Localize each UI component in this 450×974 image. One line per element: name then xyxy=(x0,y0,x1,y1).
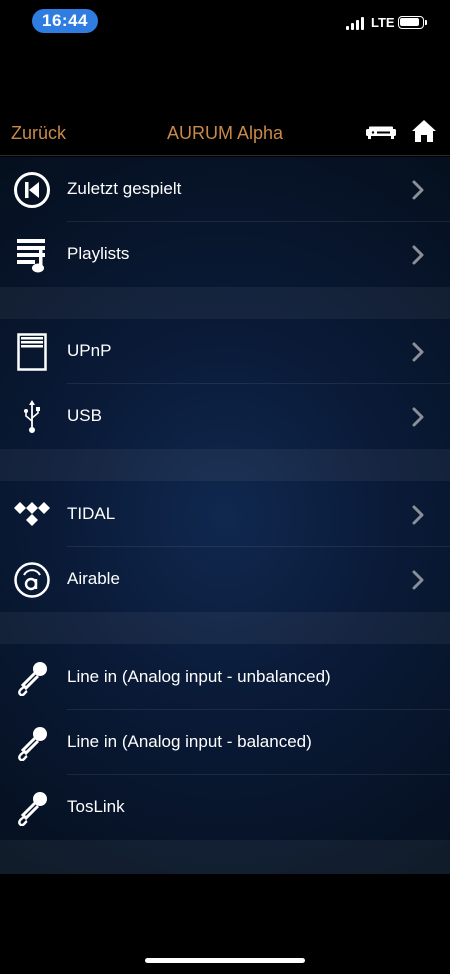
rewind-icon xyxy=(12,170,52,210)
server-icon xyxy=(12,332,52,372)
chevron-right-icon xyxy=(411,180,425,200)
app-screen: 16:44 LTE Zurück AURUM Alpha Zuletzt ges… xyxy=(0,0,450,974)
status-bar: 16:44 LTE xyxy=(0,0,450,44)
chevron-right-icon xyxy=(411,505,425,525)
row-label: Zuletzt gespielt xyxy=(67,179,182,198)
row-line-in-balanced[interactable]: Line in (Analog input - balanced) xyxy=(0,710,450,775)
microphone-icon xyxy=(12,788,52,828)
row-label: TosLink xyxy=(67,797,125,816)
airable-icon xyxy=(12,560,52,600)
usb-icon xyxy=(12,397,52,437)
chevron-right-icon xyxy=(411,570,425,590)
device-icon[interactable] xyxy=(365,126,397,145)
signal-icon xyxy=(346,16,366,30)
row-zuletzt-gespielt[interactable]: Zuletzt gespielt xyxy=(0,157,450,222)
section-separator xyxy=(0,612,450,644)
tidal-icon xyxy=(12,495,52,535)
home-icon[interactable] xyxy=(411,119,437,148)
row-label: Line in (Analog input - balanced) xyxy=(67,732,312,751)
status-time: 16:44 xyxy=(32,9,98,33)
row-tidal[interactable]: TIDAL xyxy=(0,482,450,547)
source-list: Zuletzt gespielt Playlists UPnP USB TIDA… xyxy=(0,157,450,874)
battery-icon xyxy=(398,16,427,29)
section-separator xyxy=(0,840,450,874)
row-usb[interactable]: USB xyxy=(0,384,450,449)
home-indicator[interactable] xyxy=(145,958,305,963)
section-separator xyxy=(0,449,450,481)
row-label: TIDAL xyxy=(67,504,116,523)
network-label: LTE xyxy=(371,15,395,30)
row-label: Playlists xyxy=(67,244,130,263)
microphone-icon xyxy=(12,723,52,763)
row-toslink[interactable]: TosLink xyxy=(0,775,450,840)
row-label: Line in (Analog input - unbalanced) xyxy=(67,667,331,686)
row-playlists[interactable]: Playlists xyxy=(0,222,450,287)
row-line-in-unbalanced[interactable]: Line in (Analog input - unbalanced) xyxy=(0,645,450,710)
chevron-right-icon xyxy=(411,407,425,427)
back-button[interactable]: Zurück xyxy=(11,123,66,144)
row-label: UPnP xyxy=(67,341,112,360)
microphone-icon xyxy=(12,658,52,698)
chevron-right-icon xyxy=(411,342,425,362)
chevron-right-icon xyxy=(411,245,425,265)
row-label: Airable xyxy=(67,569,120,588)
playlist-icon xyxy=(12,235,52,275)
section-separator xyxy=(0,287,450,319)
row-label: USB xyxy=(67,406,102,425)
row-airable[interactable]: Airable xyxy=(0,547,450,612)
row-upnp[interactable]: UPnP xyxy=(0,319,450,384)
